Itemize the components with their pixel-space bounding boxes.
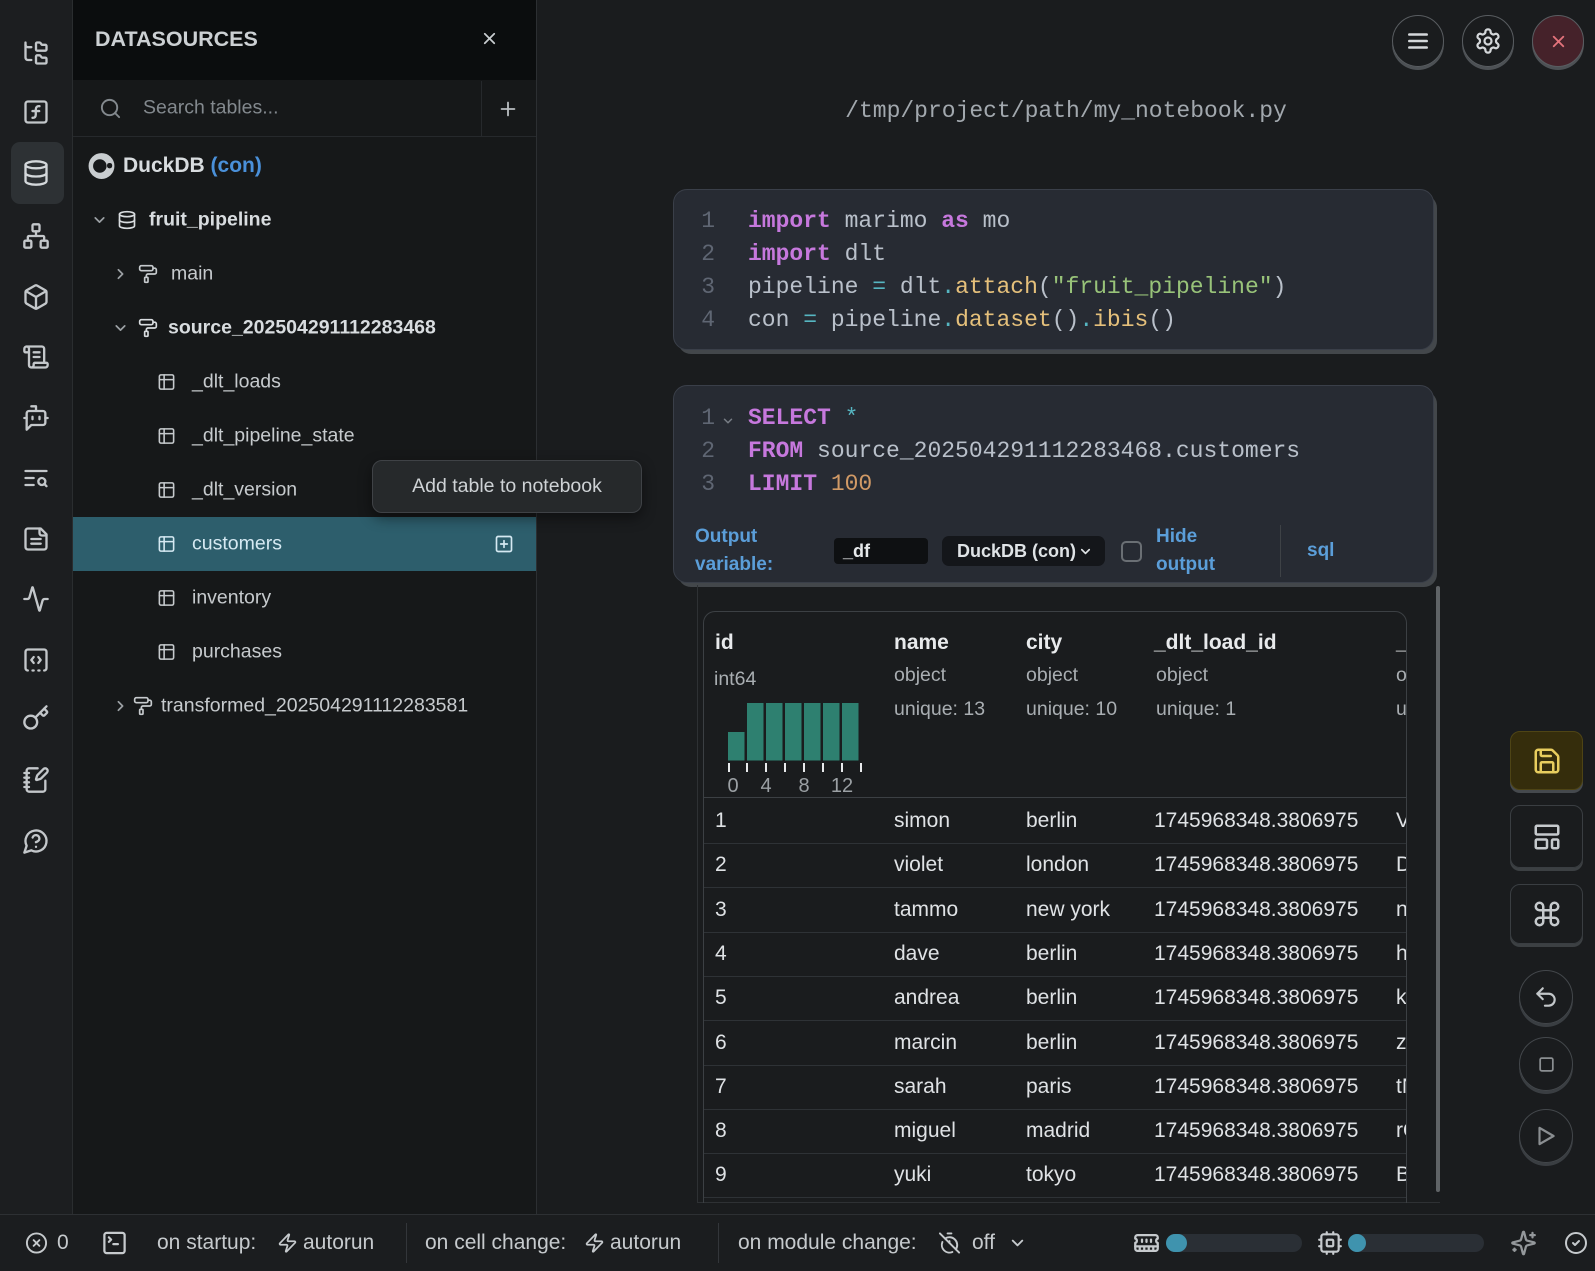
- svg-text:4: 4: [760, 775, 771, 795]
- svg-text:0: 0: [728, 775, 739, 795]
- svg-text:8: 8: [798, 775, 809, 795]
- svg-text:12: 12: [831, 775, 853, 795]
